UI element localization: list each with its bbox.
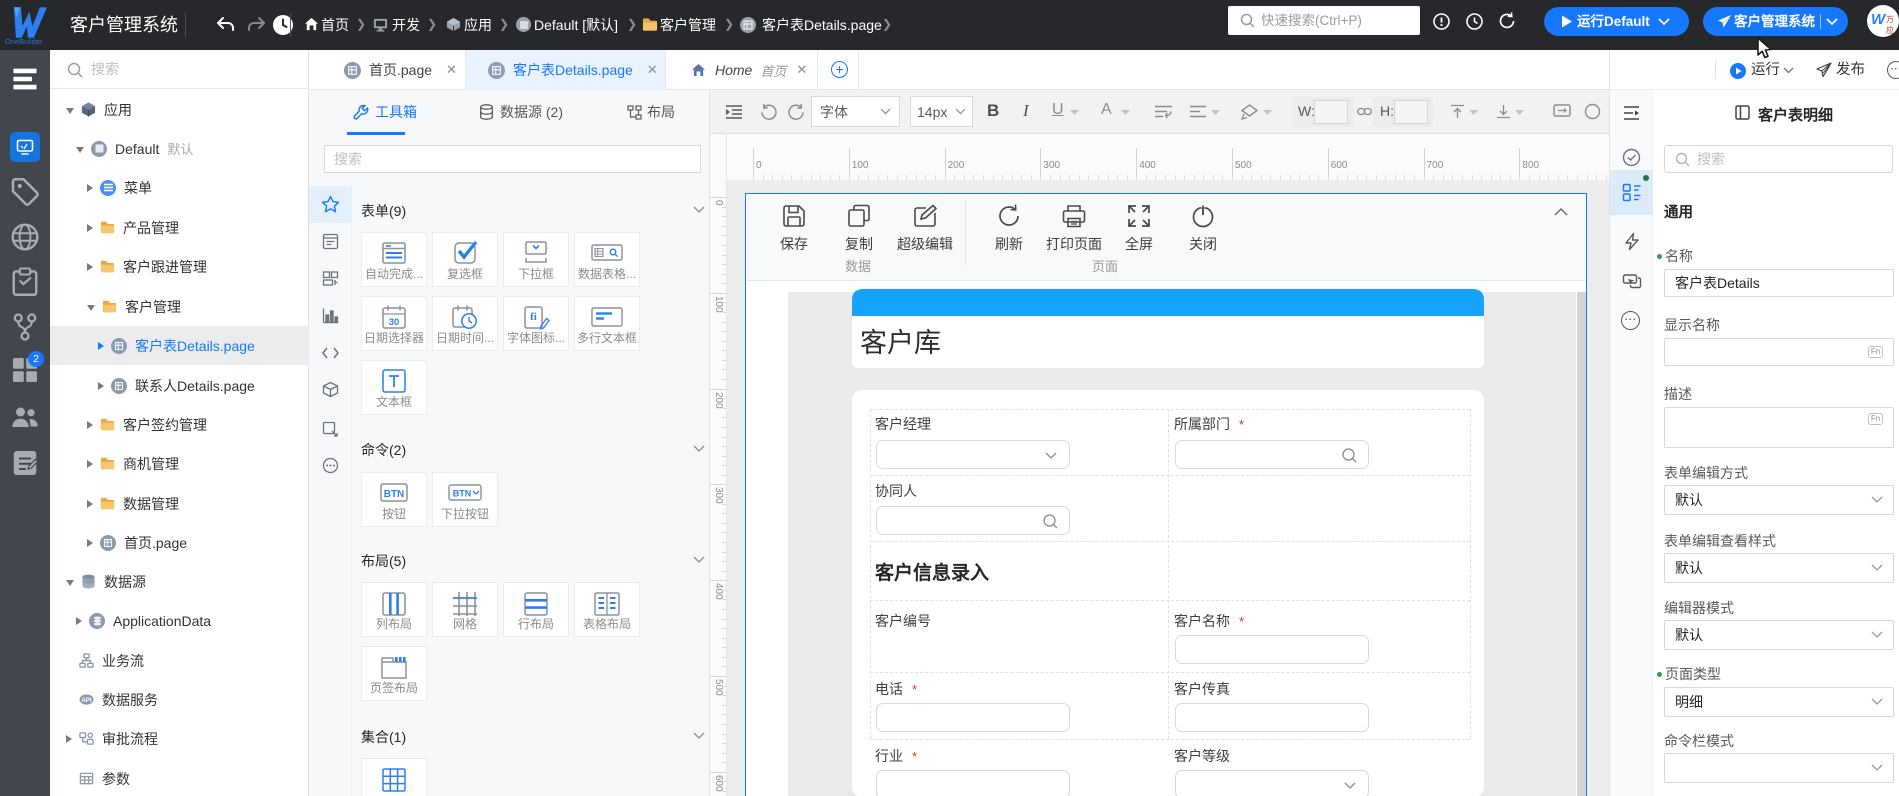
svg-text:API: API: [81, 697, 91, 704]
svg-text:BTN: BTN: [453, 489, 472, 499]
svg-text:OneBuilder: OneBuilder: [5, 37, 43, 46]
svg-text:30: 30: [389, 317, 400, 328]
svg-text:fi: fi: [530, 311, 537, 323]
svg-text:BTN: BTN: [384, 489, 405, 500]
